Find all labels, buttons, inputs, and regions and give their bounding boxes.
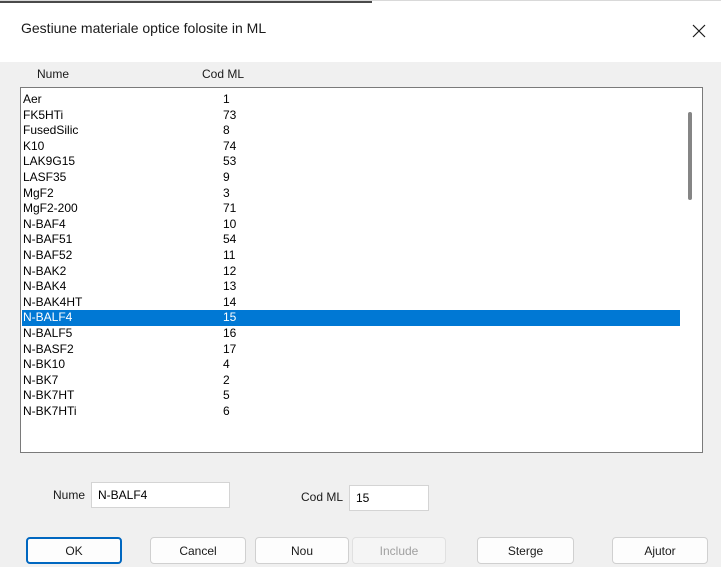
list-item-code: 12	[223, 263, 237, 278]
ok-button[interactable]: OK	[26, 537, 122, 564]
list-item[interactable]: N-BK7 2	[22, 373, 680, 389]
list-item[interactable]: N-BASF2 17	[22, 342, 680, 358]
list-item[interactable]: N-BK7HTi 6	[22, 404, 680, 420]
list-item-code: 71	[223, 201, 237, 216]
list-item-code: 8	[223, 123, 230, 138]
list-item[interactable]: N-BK7HT 5	[22, 388, 680, 404]
materials-list[interactable]: Aer 1 FK5HTi 73 FusedSilic 8 K10 74 LAK9G15 53 LAS…	[20, 87, 703, 453]
list-item-code: 10	[223, 216, 237, 231]
list-item-code: 73	[223, 107, 237, 122]
list-item-code: 16	[223, 325, 237, 340]
list-item-code: 6	[223, 403, 230, 418]
list-item-name: MgF2-200	[23, 201, 78, 216]
code-field[interactable]: 15	[349, 485, 429, 511]
list-item-name: N-BAK4	[23, 279, 67, 294]
list-item[interactable]: N-BAK2 12	[22, 264, 680, 280]
list-item-name: N-BK7	[23, 372, 59, 387]
list-item-name: LAK9G15	[23, 154, 76, 169]
list-item-code: 13	[223, 279, 237, 294]
column-header-name[interactable]: Nume	[37, 67, 69, 81]
title-bar: Gestiune materiale optice folosite in ML	[0, 0, 721, 62]
list-item[interactable]: MgF2 3	[22, 186, 680, 202]
list-item-name: N-BK10	[23, 357, 66, 372]
list-item[interactable]: MgF2-200 71	[22, 201, 680, 217]
close-button[interactable]	[677, 9, 721, 53]
list-item[interactable]: N-BAK4 13	[22, 279, 680, 295]
name-label: Nume	[53, 488, 86, 502]
list-item[interactable]: N-BAF4 10	[22, 217, 680, 233]
list-item[interactable]: N-BAF52 11	[22, 248, 680, 264]
name-field[interactable]: N-BALF4	[91, 482, 230, 508]
include-button[interactable]: Include	[352, 537, 446, 564]
new-button[interactable]: Nou	[255, 537, 349, 564]
list-item-code: 14	[223, 294, 237, 309]
list-item-name: N-BAF51	[23, 232, 73, 247]
column-header-code[interactable]: Cod ML	[202, 67, 244, 81]
list-item-code: 54	[223, 232, 237, 247]
list-item-name: FK5HTi	[23, 107, 64, 122]
list-item-name: N-BAF4	[23, 216, 66, 231]
list-item[interactable]: N-BAK4HT 14	[22, 295, 680, 311]
list-item-name: LASF35	[23, 169, 67, 184]
list-item-name: N-BAF52	[23, 247, 73, 262]
window-title: Gestiune materiale optice folosite in ML	[21, 20, 267, 36]
list-item[interactable]: N-BALF5 16	[22, 326, 680, 342]
list-item[interactable]: FusedSilic 8	[22, 123, 680, 139]
list-item-name: FusedSilic	[23, 123, 79, 138]
list-item[interactable]: N-BAF51 54	[22, 232, 680, 248]
list-item-code: 1	[223, 92, 230, 106]
list-item-name: N-BK7HT	[23, 388, 75, 403]
list-item-name: Aer	[23, 92, 42, 106]
list-item-code: 17	[223, 341, 237, 356]
scrollbar-thumb[interactable]	[688, 112, 692, 200]
list-item-code: 15	[223, 310, 237, 325]
list-item-code: 74	[223, 138, 237, 153]
list-rows: Aer 1 FK5HTi 73 FusedSilic 8 K10 74 LAK9G15 53 LAS…	[22, 92, 680, 419]
list-item-code: 11	[223, 247, 236, 262]
list-item-name: N-BK7HTi	[23, 403, 77, 418]
list-item[interactable]: Aer 1	[22, 92, 680, 108]
list-item-name: N-BALF4	[23, 310, 73, 325]
list-item[interactable]: N-BALF4 15	[22, 310, 680, 326]
vertical-scrollbar[interactable]	[680, 88, 702, 452]
list-item-code: 2	[223, 372, 230, 387]
dialog-window: Gestiune materiale optice folosite in ML…	[0, 0, 721, 567]
list-item-name: N-BAK2	[23, 263, 67, 278]
list-item-code: 4	[223, 357, 230, 372]
cancel-button[interactable]: Cancel	[150, 537, 246, 564]
list-item-name: K10	[23, 138, 45, 153]
title-bar-accent-line	[0, 1, 372, 3]
list-item-name: N-BALF5	[23, 325, 73, 340]
list-item[interactable]: K10 74	[22, 139, 680, 155]
list-item-code: 53	[223, 154, 237, 169]
help-button[interactable]: Ajutor	[612, 537, 708, 564]
list-item[interactable]: LASF35 9	[22, 170, 680, 186]
list-item-name: N-BAK4HT	[23, 294, 83, 309]
code-label: Cod ML	[301, 490, 344, 504]
list-item-name: N-BASF2	[23, 341, 74, 356]
delete-button[interactable]: Sterge	[477, 537, 574, 564]
list-item-code: 5	[223, 388, 230, 403]
close-icon	[692, 24, 706, 38]
list-item-name: MgF2	[23, 185, 54, 200]
list-item[interactable]: FK5HTi 73	[22, 108, 680, 124]
list-item[interactable]: LAK9G15 53	[22, 154, 680, 170]
list-item-code: 3	[223, 185, 230, 200]
list-item-code: 9	[223, 169, 230, 184]
list-item[interactable]: N-BK10 4	[22, 357, 680, 373]
